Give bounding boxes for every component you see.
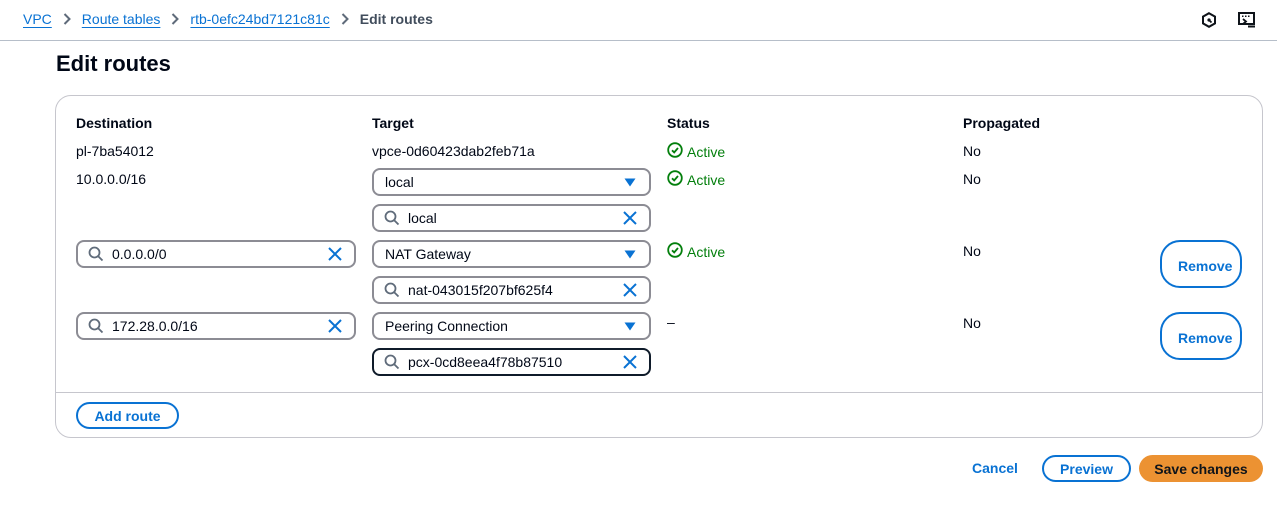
row-3-destination-input[interactable]: 172.28.0.0/16 xyxy=(76,312,356,340)
caret-down-icon xyxy=(621,173,639,191)
row-2-destination-input[interactable]: 0.0.0.0/0 xyxy=(76,240,356,268)
search-icon xyxy=(384,210,400,226)
container-footer-divider xyxy=(56,392,1262,393)
row-3-target-search-input[interactable]: pcx-0cd8eea4f78b87510 xyxy=(372,348,651,376)
row-2-target-search-input[interactable]: nat-043015f207bf625f4 xyxy=(372,276,651,304)
select-value: Peering Connection xyxy=(385,318,508,334)
input-value: 172.28.0.0/16 xyxy=(112,318,198,334)
top-bar: VPC Route tables rtb-0efc24bd7121c81c Ed… xyxy=(0,0,1277,41)
status-success-icon xyxy=(667,142,683,161)
status-success-icon xyxy=(667,170,683,189)
row-0-status: Active xyxy=(667,142,725,161)
breadcrumb-vpc[interactable]: VPC xyxy=(23,11,52,27)
row-1-target-search-input[interactable]: local xyxy=(372,204,651,232)
input-value: nat-043015f207bf625f4 xyxy=(408,282,553,298)
routes-container: Destination Target Status Propagated pl-… xyxy=(55,95,1263,438)
add-route-button[interactable]: Add route xyxy=(76,402,179,429)
status-text: Active xyxy=(687,143,726,160)
row-1-status: Active xyxy=(667,170,725,189)
input-value: pcx-0cd8eea4f78b87510 xyxy=(408,354,563,370)
row-0-destination: pl-7ba54012 xyxy=(76,143,154,159)
clear-x-icon[interactable] xyxy=(621,281,639,299)
notifications-hexagon-icon[interactable] xyxy=(1199,10,1219,30)
breadcrumb-current: Edit routes xyxy=(359,11,433,27)
chevron-right-icon xyxy=(171,13,180,25)
column-header-destination: Destination xyxy=(76,115,153,131)
column-header-propagated: Propagated xyxy=(963,115,1041,131)
caret-down-icon xyxy=(621,245,639,263)
save-changes-button[interactable]: Save changes xyxy=(1139,455,1263,482)
row-0-propagated: No xyxy=(963,143,981,159)
clear-x-icon[interactable] xyxy=(326,245,344,263)
select-value: NAT Gateway xyxy=(385,246,471,262)
clear-x-icon[interactable] xyxy=(326,317,344,335)
page-title: Edit routes xyxy=(56,51,171,76)
row-1-destination: 10.0.0.0/16 xyxy=(76,171,147,187)
row-2-propagated: No xyxy=(963,243,981,259)
search-icon xyxy=(384,282,400,298)
chevron-right-icon xyxy=(63,13,71,25)
search-icon xyxy=(88,318,104,334)
row-3-remove-button[interactable]: Remove xyxy=(1160,312,1242,360)
input-value: local xyxy=(408,210,437,226)
row-0-target: vpce-0d60423dab2feb71a xyxy=(372,143,535,159)
column-header-status: Status xyxy=(667,115,710,131)
caret-down-icon xyxy=(621,317,639,335)
select-value: local xyxy=(385,174,414,190)
row-3-status: – xyxy=(667,314,675,330)
status-success-icon xyxy=(667,242,683,261)
breadcrumb: VPC Route tables rtb-0efc24bd7121c81c Ed… xyxy=(23,11,433,27)
clear-x-icon[interactable] xyxy=(621,353,639,371)
breadcrumb-route-table-id[interactable]: rtb-0efc24bd7121c81c xyxy=(190,11,329,27)
header-icons xyxy=(1199,10,1257,30)
cloudshell-terminal-icon[interactable] xyxy=(1237,10,1257,30)
row-1-propagated: No xyxy=(963,171,981,187)
search-icon xyxy=(384,354,400,370)
input-value: 0.0.0.0/0 xyxy=(112,246,167,262)
row-1-target-type-select[interactable]: local xyxy=(372,168,651,196)
row-2-remove-button[interactable]: Remove xyxy=(1160,240,1242,288)
preview-button[interactable]: Preview xyxy=(1042,455,1131,482)
row-3-propagated: No xyxy=(963,315,981,331)
chevron-right-icon xyxy=(341,13,349,25)
column-header-target: Target xyxy=(372,115,414,131)
status-text: Active xyxy=(687,171,726,188)
row-3-target-type-select[interactable]: Peering Connection xyxy=(372,312,651,340)
breadcrumb-route-tables[interactable]: Route tables xyxy=(82,11,161,27)
cancel-button[interactable]: Cancel xyxy=(972,460,1018,476)
search-icon xyxy=(88,246,104,262)
row-2-target-type-select[interactable]: NAT Gateway xyxy=(372,240,651,268)
row-2-status: Active xyxy=(667,242,725,261)
status-text: Active xyxy=(687,243,726,260)
clear-x-icon[interactable] xyxy=(621,209,639,227)
